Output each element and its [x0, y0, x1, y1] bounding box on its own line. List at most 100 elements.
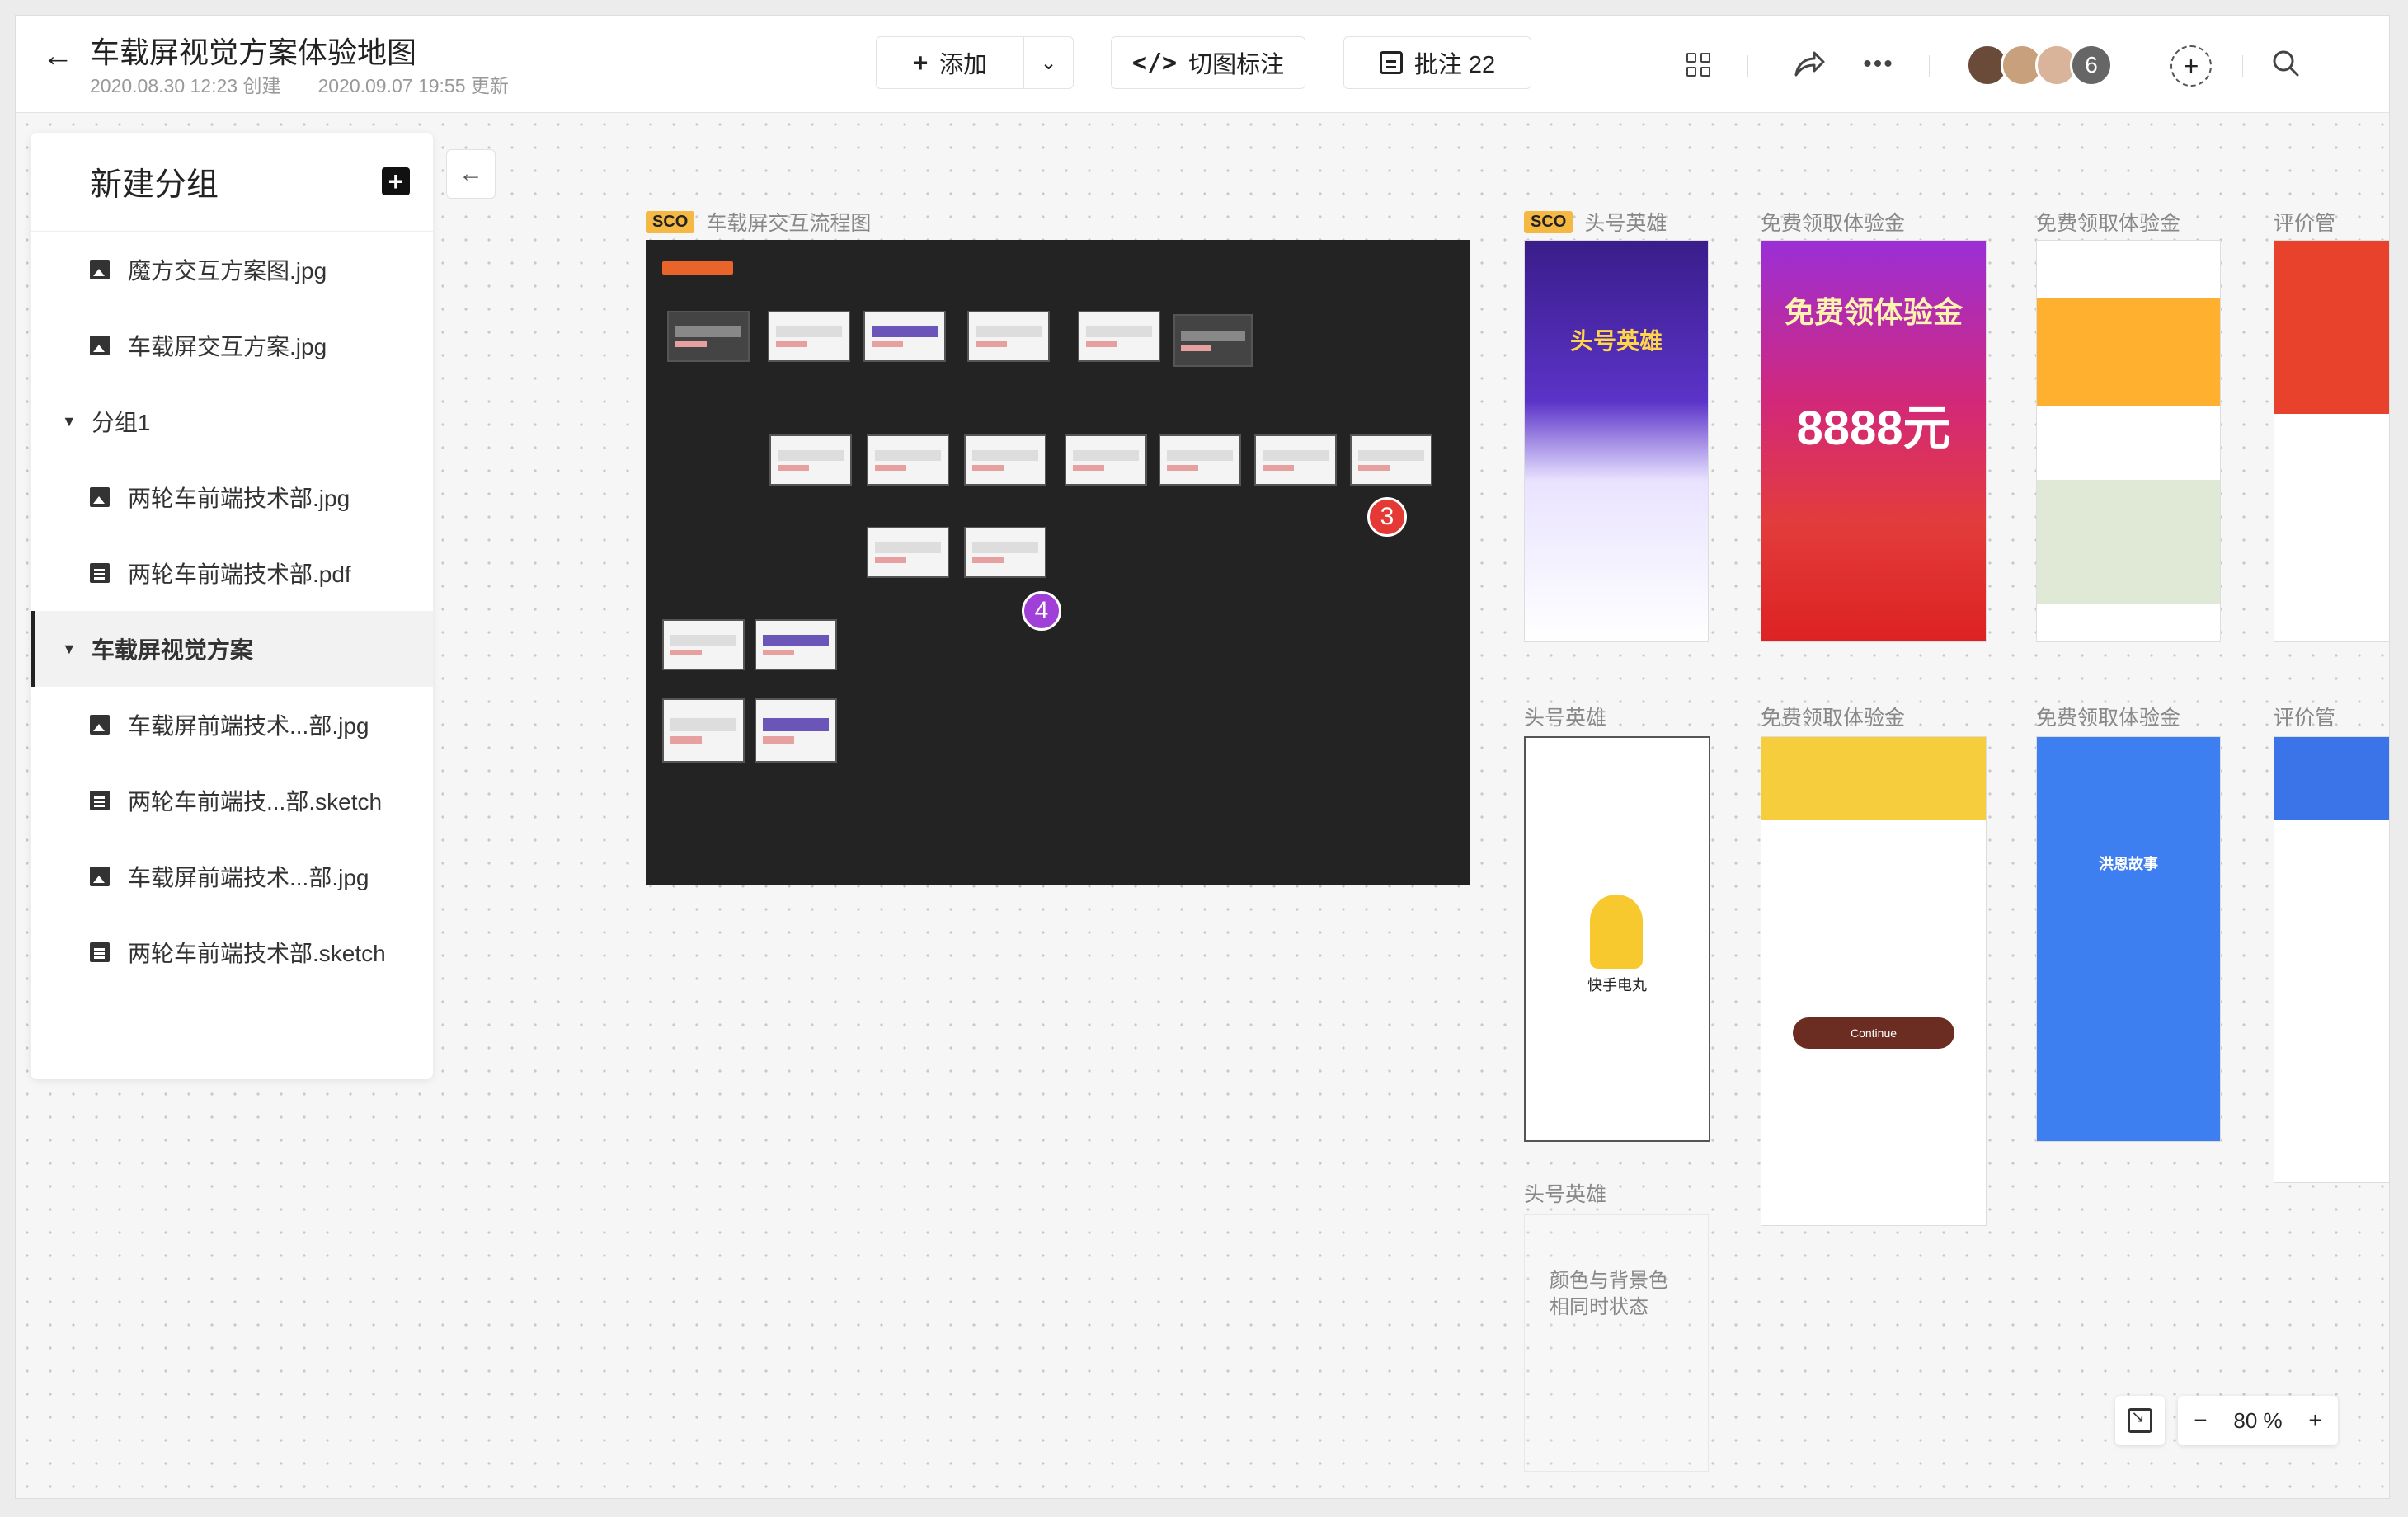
- board-title: 头号英雄: [1524, 1183, 1607, 1206]
- flow-thumbnail[interactable]: [662, 619, 745, 670]
- flow-thumbnail[interactable]: [1350, 434, 1432, 486]
- file-label: 两轮车前端技...部.sketch: [128, 789, 383, 815]
- file-label: 两轮车前端技术部.sketch: [128, 941, 386, 966]
- plus-icon: +: [912, 48, 929, 77]
- add-button[interactable]: + 添加 ⌄: [876, 36, 1074, 89]
- sidebar-item-file[interactable]: 魔方交互方案图.jpg: [31, 232, 433, 308]
- flow-thumbnail[interactable]: [1159, 434, 1241, 486]
- board-title-text: 车载屏交互流程图: [706, 212, 872, 235]
- flow-thumbnail[interactable]: [863, 311, 946, 362]
- caret-down-icon[interactable]: ▼: [62, 641, 77, 658]
- artboard-heading: 洪恩故事: [2099, 856, 2158, 872]
- share-icon[interactable]: [1790, 45, 1828, 83]
- zoom-out-button[interactable]: −: [2188, 1407, 2213, 1434]
- sidebar-item-file[interactable]: 两轮车前端技...部.sketch: [31, 763, 433, 838]
- board-title: SCO 头号英雄: [1524, 207, 1667, 237]
- collapse-sidebar-icon[interactable]: ←: [446, 149, 496, 199]
- image-file-icon: [90, 487, 110, 507]
- sidebar-item-file[interactable]: 两轮车前端技术部.jpg: [31, 459, 433, 535]
- flow-thumbnail[interactable]: [867, 527, 949, 578]
- zoom-level: 80 %: [2233, 1407, 2283, 1433]
- chevron-down-icon[interactable]: ⌄: [1023, 37, 1073, 88]
- invite-member-icon[interactable]: +: [2170, 45, 2212, 87]
- phone-artboard[interactable]: 头号英雄: [1524, 240, 1709, 642]
- sidebar-item-file[interactable]: 车载屏前端技术...部.jpg: [31, 687, 433, 763]
- sidebar-item-file[interactable]: 车载屏交互方案.jpg: [31, 308, 433, 383]
- member-count-badge: 6: [2070, 44, 2113, 87]
- group-sidebar: 新建分组 + 魔方交互方案图.jpg 车载屏交互方案.jpg ▼ 分组1 两轮车…: [31, 133, 433, 1079]
- search-icon[interactable]: [2271, 49, 2301, 78]
- flow-thumbnail[interactable]: [1254, 434, 1337, 486]
- board-title: 评价管: [2274, 212, 2336, 235]
- comment-marker[interactable]: 3: [1367, 497, 1407, 537]
- flow-thumbnail[interactable]: [768, 311, 850, 362]
- sidebar-item-file[interactable]: 两轮车前端技术部.sketch: [31, 914, 433, 990]
- artboard-heading: 免费领体验金: [1784, 295, 1963, 329]
- flow-thumbnail[interactable]: [755, 619, 837, 670]
- sidebar-group-active[interactable]: ▼ 车载屏视觉方案: [31, 611, 433, 687]
- file-label: 两轮车前端技术部.jpg: [128, 486, 350, 511]
- member-avatars[interactable]: 6: [1966, 44, 2113, 87]
- flow-thumbnail[interactable]: [1078, 311, 1160, 362]
- caret-down-icon[interactable]: ▼: [62, 413, 77, 430]
- flow-thumbnail[interactable]: [1173, 314, 1253, 367]
- empty-artboard-note: 颜色与背景色相同时状态: [1550, 1270, 1668, 1318]
- phone-artboard[interactable]: [2274, 736, 2389, 1183]
- banner-block: [2037, 298, 2220, 406]
- file-label: 两轮车前端技术部.pdf: [128, 561, 351, 587]
- phone-artboard[interactable]: Continue: [1761, 736, 1987, 1226]
- flow-thumbnail[interactable]: [964, 434, 1046, 486]
- code-icon: </>: [1131, 48, 1178, 77]
- sidebar-item-file[interactable]: 车载屏前端技术...部.jpg: [31, 838, 433, 914]
- fit-screen-icon: [2128, 1407, 2152, 1433]
- phone-artboard[interactable]: [2036, 240, 2221, 642]
- sidebar-item-file[interactable]: 两轮车前端技术部.pdf: [31, 535, 433, 611]
- flow-thumbnail[interactable]: [867, 434, 949, 486]
- board-title: 评价管: [2274, 707, 2336, 730]
- board-title: 免费领取体验金: [1761, 212, 1906, 235]
- flow-diagram-board[interactable]: [646, 240, 1470, 885]
- flow-thumbnail[interactable]: [1065, 434, 1147, 486]
- sidebar-title: 新建分组: [90, 167, 219, 203]
- slice-annotation-label: 切图标注: [1188, 52, 1285, 78]
- board-title: 免费领取体验金: [1761, 707, 1906, 730]
- grid-icon[interactable]: [1679, 45, 1717, 83]
- more-icon[interactable]: •••: [1860, 45, 1898, 83]
- file-label: 车载屏交互方案.jpg: [128, 334, 327, 359]
- back-arrow-icon[interactable]: ←: [39, 37, 77, 75]
- add-group-icon[interactable]: +: [382, 167, 410, 195]
- phone-artboard[interactable]: 快手电丸: [1524, 736, 1710, 1142]
- banner-block: [1761, 737, 1986, 820]
- image-file-icon: [90, 715, 110, 735]
- board-title-text: 头号英雄: [1584, 212, 1667, 235]
- flow-thumbnail[interactable]: [769, 434, 852, 486]
- phone-artboard[interactable]: [2274, 240, 2389, 642]
- image-file-icon: [90, 867, 110, 886]
- phone-artboard[interactable]: 免费领体验金 8888元: [1761, 240, 1987, 642]
- fit-screen-button[interactable]: [2115, 1396, 2165, 1445]
- flow-thumbnail[interactable]: [662, 698, 745, 763]
- toolbar-divider: [1747, 55, 1748, 77]
- comments-button[interactable]: 批注 22: [1343, 36, 1531, 89]
- flow-thumbnail[interactable]: [755, 698, 837, 763]
- flow-thumbnail[interactable]: [964, 527, 1046, 578]
- page-title: 车载屏视觉方案体验地图: [90, 35, 417, 69]
- flow-thumbnail[interactable]: [667, 311, 750, 362]
- banner-block: [2274, 241, 2389, 414]
- document-file-icon: [90, 942, 110, 962]
- file-label: 车载屏前端技术...部.jpg: [128, 713, 369, 739]
- phone-artboard[interactable]: 洪恩故事: [2036, 736, 2221, 1142]
- comment-marker[interactable]: 4: [1022, 591, 1061, 631]
- zoom-in-button[interactable]: +: [2303, 1407, 2328, 1434]
- slice-annotation-button[interactable]: </> 切图标注: [1111, 36, 1305, 89]
- page-meta: 2020.08.30 12:23 创建 2020.09.07 19:55 更新: [90, 70, 509, 98]
- flow-thumbnail[interactable]: [967, 311, 1050, 362]
- artboard-amount: 8888元: [1796, 402, 1951, 455]
- group-label: 分组1: [91, 410, 151, 435]
- add-button-label: 添加: [939, 52, 988, 78]
- comment-icon: [1379, 51, 1403, 74]
- mascot-icon: [1590, 895, 1643, 969]
- sidebar-header: 新建分组 +: [31, 133, 433, 232]
- sidebar-group[interactable]: ▼ 分组1: [31, 383, 433, 459]
- empty-artboard[interactable]: 颜色与背景色相同时状态: [1524, 1214, 1709, 1472]
